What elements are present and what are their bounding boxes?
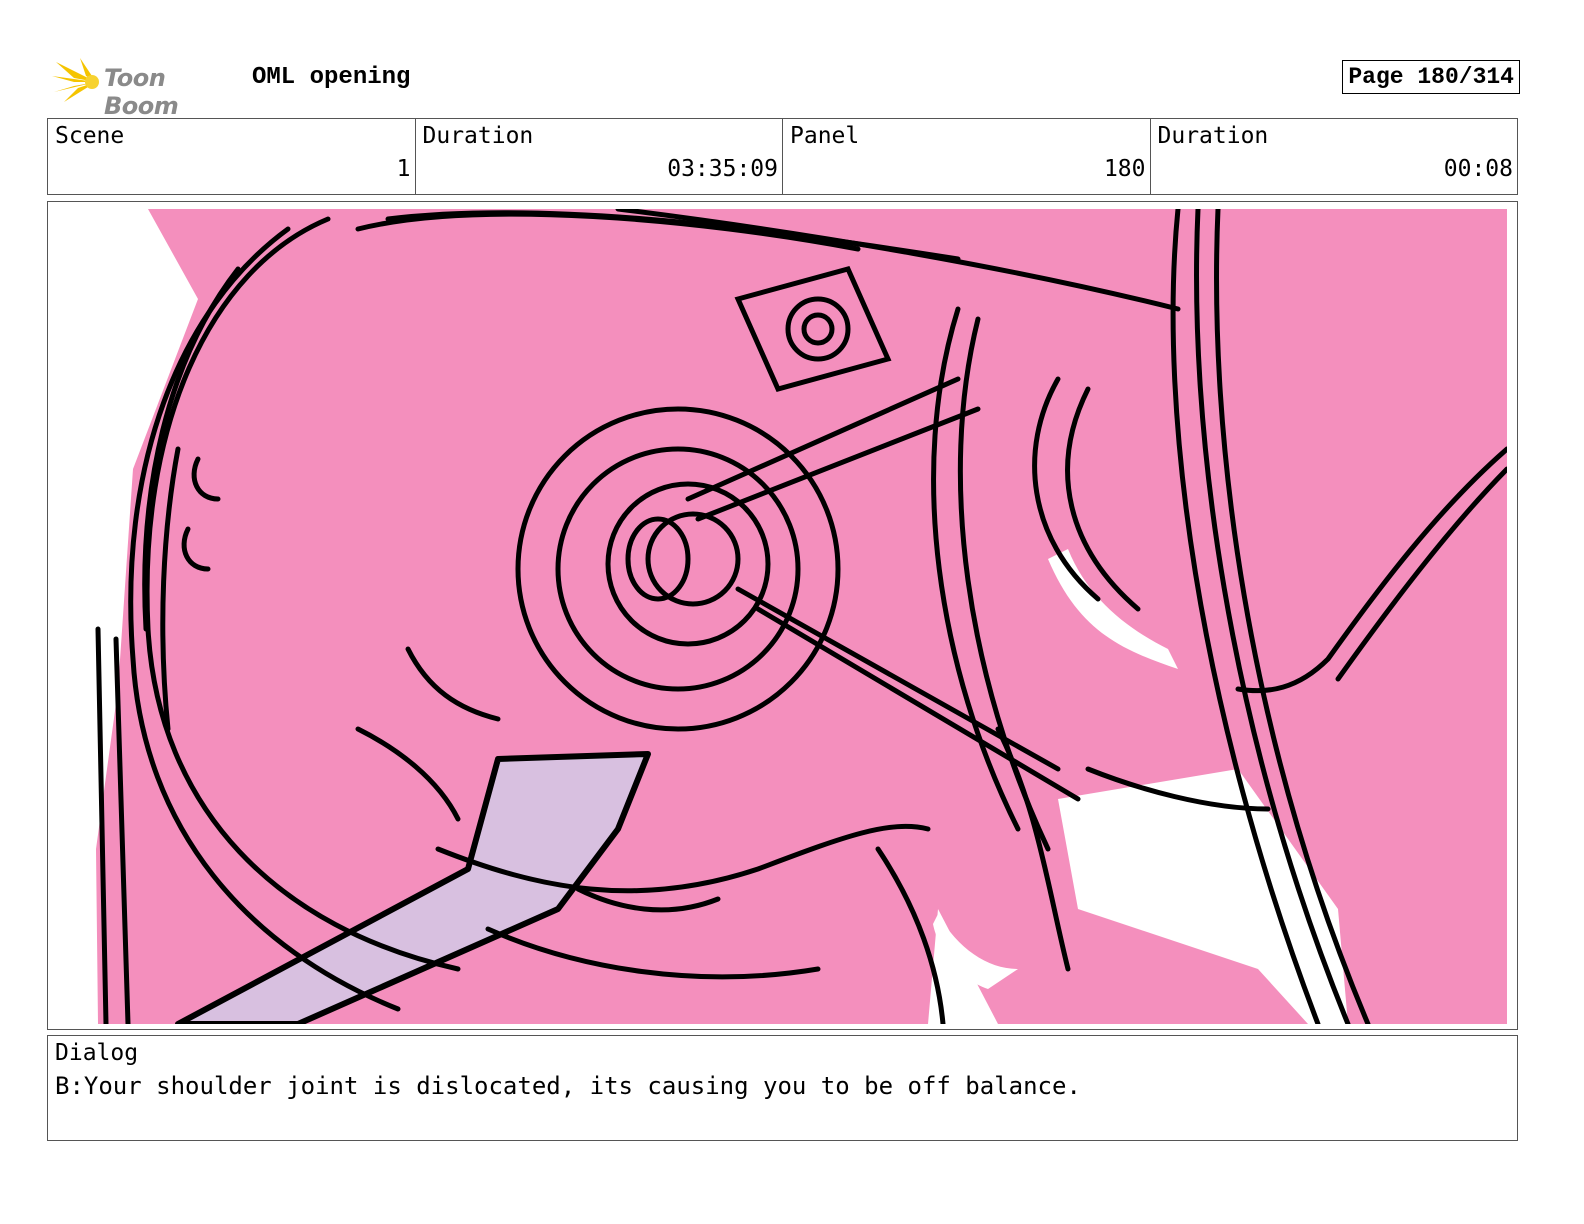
panel-duration-label: Duration [1157, 123, 1269, 149]
scene-duration-value: 03:35:09 [667, 156, 778, 182]
logo-text: Toon Boom [104, 64, 179, 120]
storyboard-panel [47, 201, 1518, 1030]
panel-label: Panel [790, 123, 860, 149]
document-title: OML opening [252, 64, 411, 91]
panel-value: 180 [1103, 156, 1146, 182]
page-number: Page 180/314 [1342, 60, 1520, 94]
scene-duration-cell: Duration 03:35:09 [416, 119, 783, 194]
page-header: Toon Boom OML opening Page 180/314 [50, 56, 1520, 120]
scene-label: Scene [55, 123, 125, 149]
panel-info-row: Scene 1 Duration 03:35:09 Panel 180 Dura… [47, 118, 1518, 195]
starburst-icon [52, 58, 99, 102]
panel-sketch-image [58, 209, 1507, 1024]
toon-boom-logo: Toon Boom [52, 56, 242, 120]
panel-cell: Panel 180 [783, 119, 1151, 194]
dialog-label: Dialog [55, 1040, 139, 1066]
dialog-text: B:Your shoulder joint is dislocated, its… [55, 1072, 1081, 1100]
scene-duration-label: Duration [422, 123, 534, 149]
panel-duration-value: 00:08 [1443, 156, 1513, 182]
dialog-box: Dialog B:Your shoulder joint is dislocat… [47, 1035, 1518, 1141]
scene-value: 1 [396, 156, 411, 182]
panel-duration-cell: Duration 00:08 [1151, 119, 1518, 194]
scene-cell: Scene 1 [48, 119, 416, 194]
